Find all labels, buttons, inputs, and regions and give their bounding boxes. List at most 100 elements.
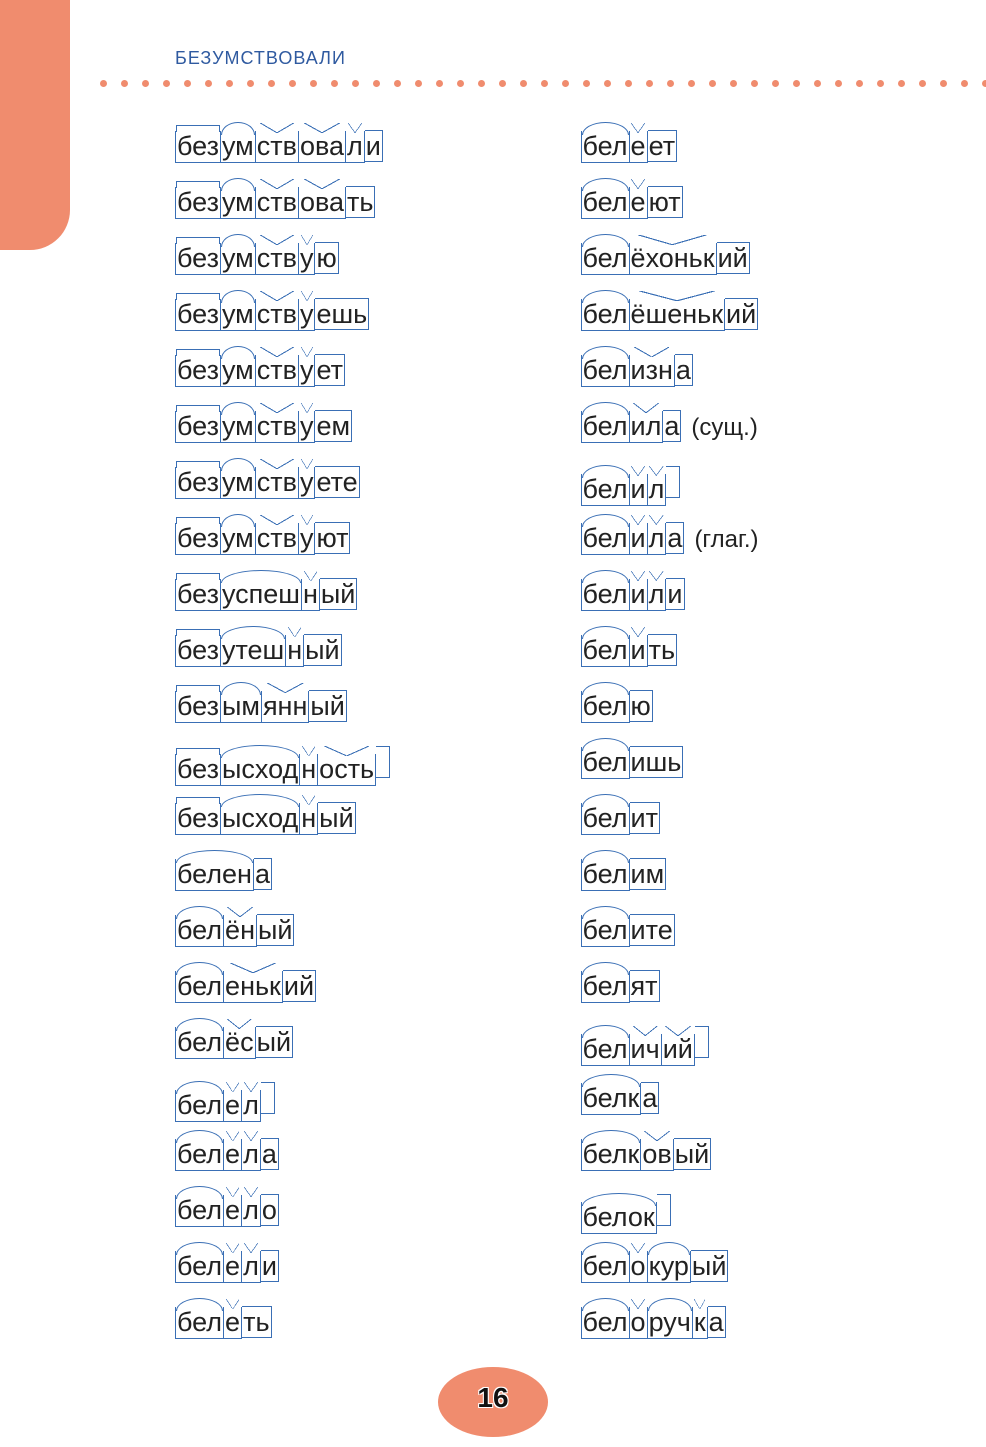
word-entry: белок [581, 1194, 927, 1234]
morpheme-null [261, 1082, 275, 1114]
morpheme-ending: ть [346, 186, 375, 218]
word-entry: белёный [175, 914, 521, 954]
morpheme-suffix: ов [641, 1139, 673, 1171]
word-entry: белели [175, 1250, 521, 1290]
word-entry: белокурый [581, 1250, 927, 1290]
page-number-text: 16 [438, 1382, 548, 1414]
morpheme-word: безымянный [175, 690, 347, 723]
morpheme-suffix: ова [299, 131, 346, 163]
morpheme-root: ысход [221, 754, 300, 786]
morpheme-suffix: у [299, 523, 316, 555]
word-entry: беличий [581, 1026, 927, 1066]
word-column: безумствовалибезумствоватьбезумствуюбезу… [175, 130, 521, 1347]
word-entry: белёхонький [581, 242, 927, 282]
morpheme-root: ым [221, 691, 262, 723]
morpheme-root: бел [175, 971, 224, 1003]
word-entry: белим [581, 858, 927, 898]
morpheme-suffix: л [242, 1139, 261, 1171]
word-entry: белил [581, 466, 927, 506]
morpheme-root: ум [221, 467, 256, 499]
morpheme-ending: ете [315, 466, 359, 498]
word-entry: белоручка [581, 1306, 927, 1346]
morpheme-root: бел [175, 1139, 224, 1171]
morpheme-word: безысходность [175, 746, 390, 786]
morpheme-prefix: без [175, 579, 221, 611]
morpheme-ending: ый [674, 1138, 712, 1170]
morpheme-suffix: л [648, 474, 667, 506]
morpheme-root: ум [221, 523, 256, 555]
morpheme-suffix: у [299, 411, 316, 443]
morpheme-word: белёхонький [581, 242, 750, 275]
morpheme-root: бел [581, 299, 630, 331]
morpheme-word: безысходный [175, 802, 356, 835]
morpheme-suffix: ич [630, 1034, 662, 1066]
morpheme-root: белк [581, 1083, 642, 1115]
morpheme-ending: ый [256, 1026, 294, 1058]
morpheme-suffix: ств [256, 299, 299, 331]
word-entry: белит [581, 802, 927, 842]
morpheme-prefix: без [175, 754, 221, 786]
morpheme-root: бел [175, 1090, 224, 1122]
morpheme-suffix: л [648, 523, 667, 555]
morpheme-suffix: ён [224, 915, 257, 947]
morpheme-ending: а [254, 858, 272, 890]
morpheme-suffix: у [299, 467, 316, 499]
morpheme-suffix: ств [256, 467, 299, 499]
morpheme-word: белила [581, 522, 685, 555]
morpheme-root: бел [175, 1195, 224, 1227]
part-of-speech-note: (сущ.) [691, 414, 757, 442]
morpheme-suffix: е [224, 1251, 242, 1283]
morpheme-prefix: без [175, 411, 221, 443]
morpheme-suffix: ств [256, 243, 299, 275]
morpheme-ending: о [261, 1194, 279, 1226]
morpheme-root: успеш [221, 579, 302, 611]
word-entry: безумствуем [175, 410, 521, 450]
morpheme-ending: ем [315, 410, 352, 442]
morpheme-ending: а [641, 1082, 659, 1114]
morpheme-suffix: ова [299, 187, 346, 219]
morpheme-word: белоручка [581, 1306, 726, 1339]
morpheme-suffix: ёшеньк [630, 299, 725, 331]
morpheme-ending: ет [648, 130, 678, 162]
morpheme-ending: ый [320, 578, 358, 610]
word-column: белеетбелеютбелёхонькийбелёшенькийбелизн… [581, 130, 927, 1347]
morpheme-prefix: без [175, 187, 221, 219]
word-entry: белят [581, 970, 927, 1010]
word-entry: белел [175, 1082, 521, 1122]
morpheme-ending: ый [691, 1250, 729, 1282]
morpheme-suffix: е [224, 1195, 242, 1227]
word-entry: белили [581, 578, 927, 618]
morpheme-root: ум [221, 187, 256, 219]
morpheme-word: безутешный [175, 634, 342, 667]
morpheme-word: белим [581, 858, 667, 891]
morpheme-suffix: к [693, 1307, 708, 1339]
morpheme-ending: ий [717, 242, 750, 274]
morpheme-prefix: без [175, 467, 221, 499]
morpheme-word: белка [581, 1082, 660, 1115]
morpheme-root: ум [221, 131, 256, 163]
morpheme-word: белю [581, 690, 653, 723]
morpheme-root: утеш [221, 635, 286, 667]
morpheme-suffix: ств [256, 187, 299, 219]
morpheme-root: бел [581, 131, 630, 163]
morpheme-root: бел [581, 1034, 630, 1066]
morpheme-word: белок [581, 1194, 671, 1234]
morpheme-word: белите [581, 914, 675, 947]
morpheme-root: руч [648, 1307, 693, 1339]
morpheme-suffix: е [224, 1307, 242, 1339]
morpheme-prefix: без [175, 803, 221, 835]
morpheme-prefix: без [175, 299, 221, 331]
morpheme-suffix: и [630, 635, 648, 667]
page: БЕЗУМСТВОВАЛИ безумствовалибезумствовать… [0, 0, 986, 1447]
morpheme-suffix: изн [630, 355, 675, 387]
morpheme-suffix: е [224, 1139, 242, 1171]
morpheme-word: белена [175, 858, 272, 891]
word-entry: белеет [581, 130, 927, 170]
morpheme-suffix: о [630, 1307, 648, 1339]
word-entry: безумствовать [175, 186, 521, 226]
morpheme-root: ысход [221, 803, 300, 835]
morpheme-suffix: ств [256, 131, 299, 163]
morpheme-word: безуспешный [175, 578, 357, 611]
word-entry: безумствую [175, 242, 521, 282]
morpheme-suffix: у [299, 243, 316, 275]
